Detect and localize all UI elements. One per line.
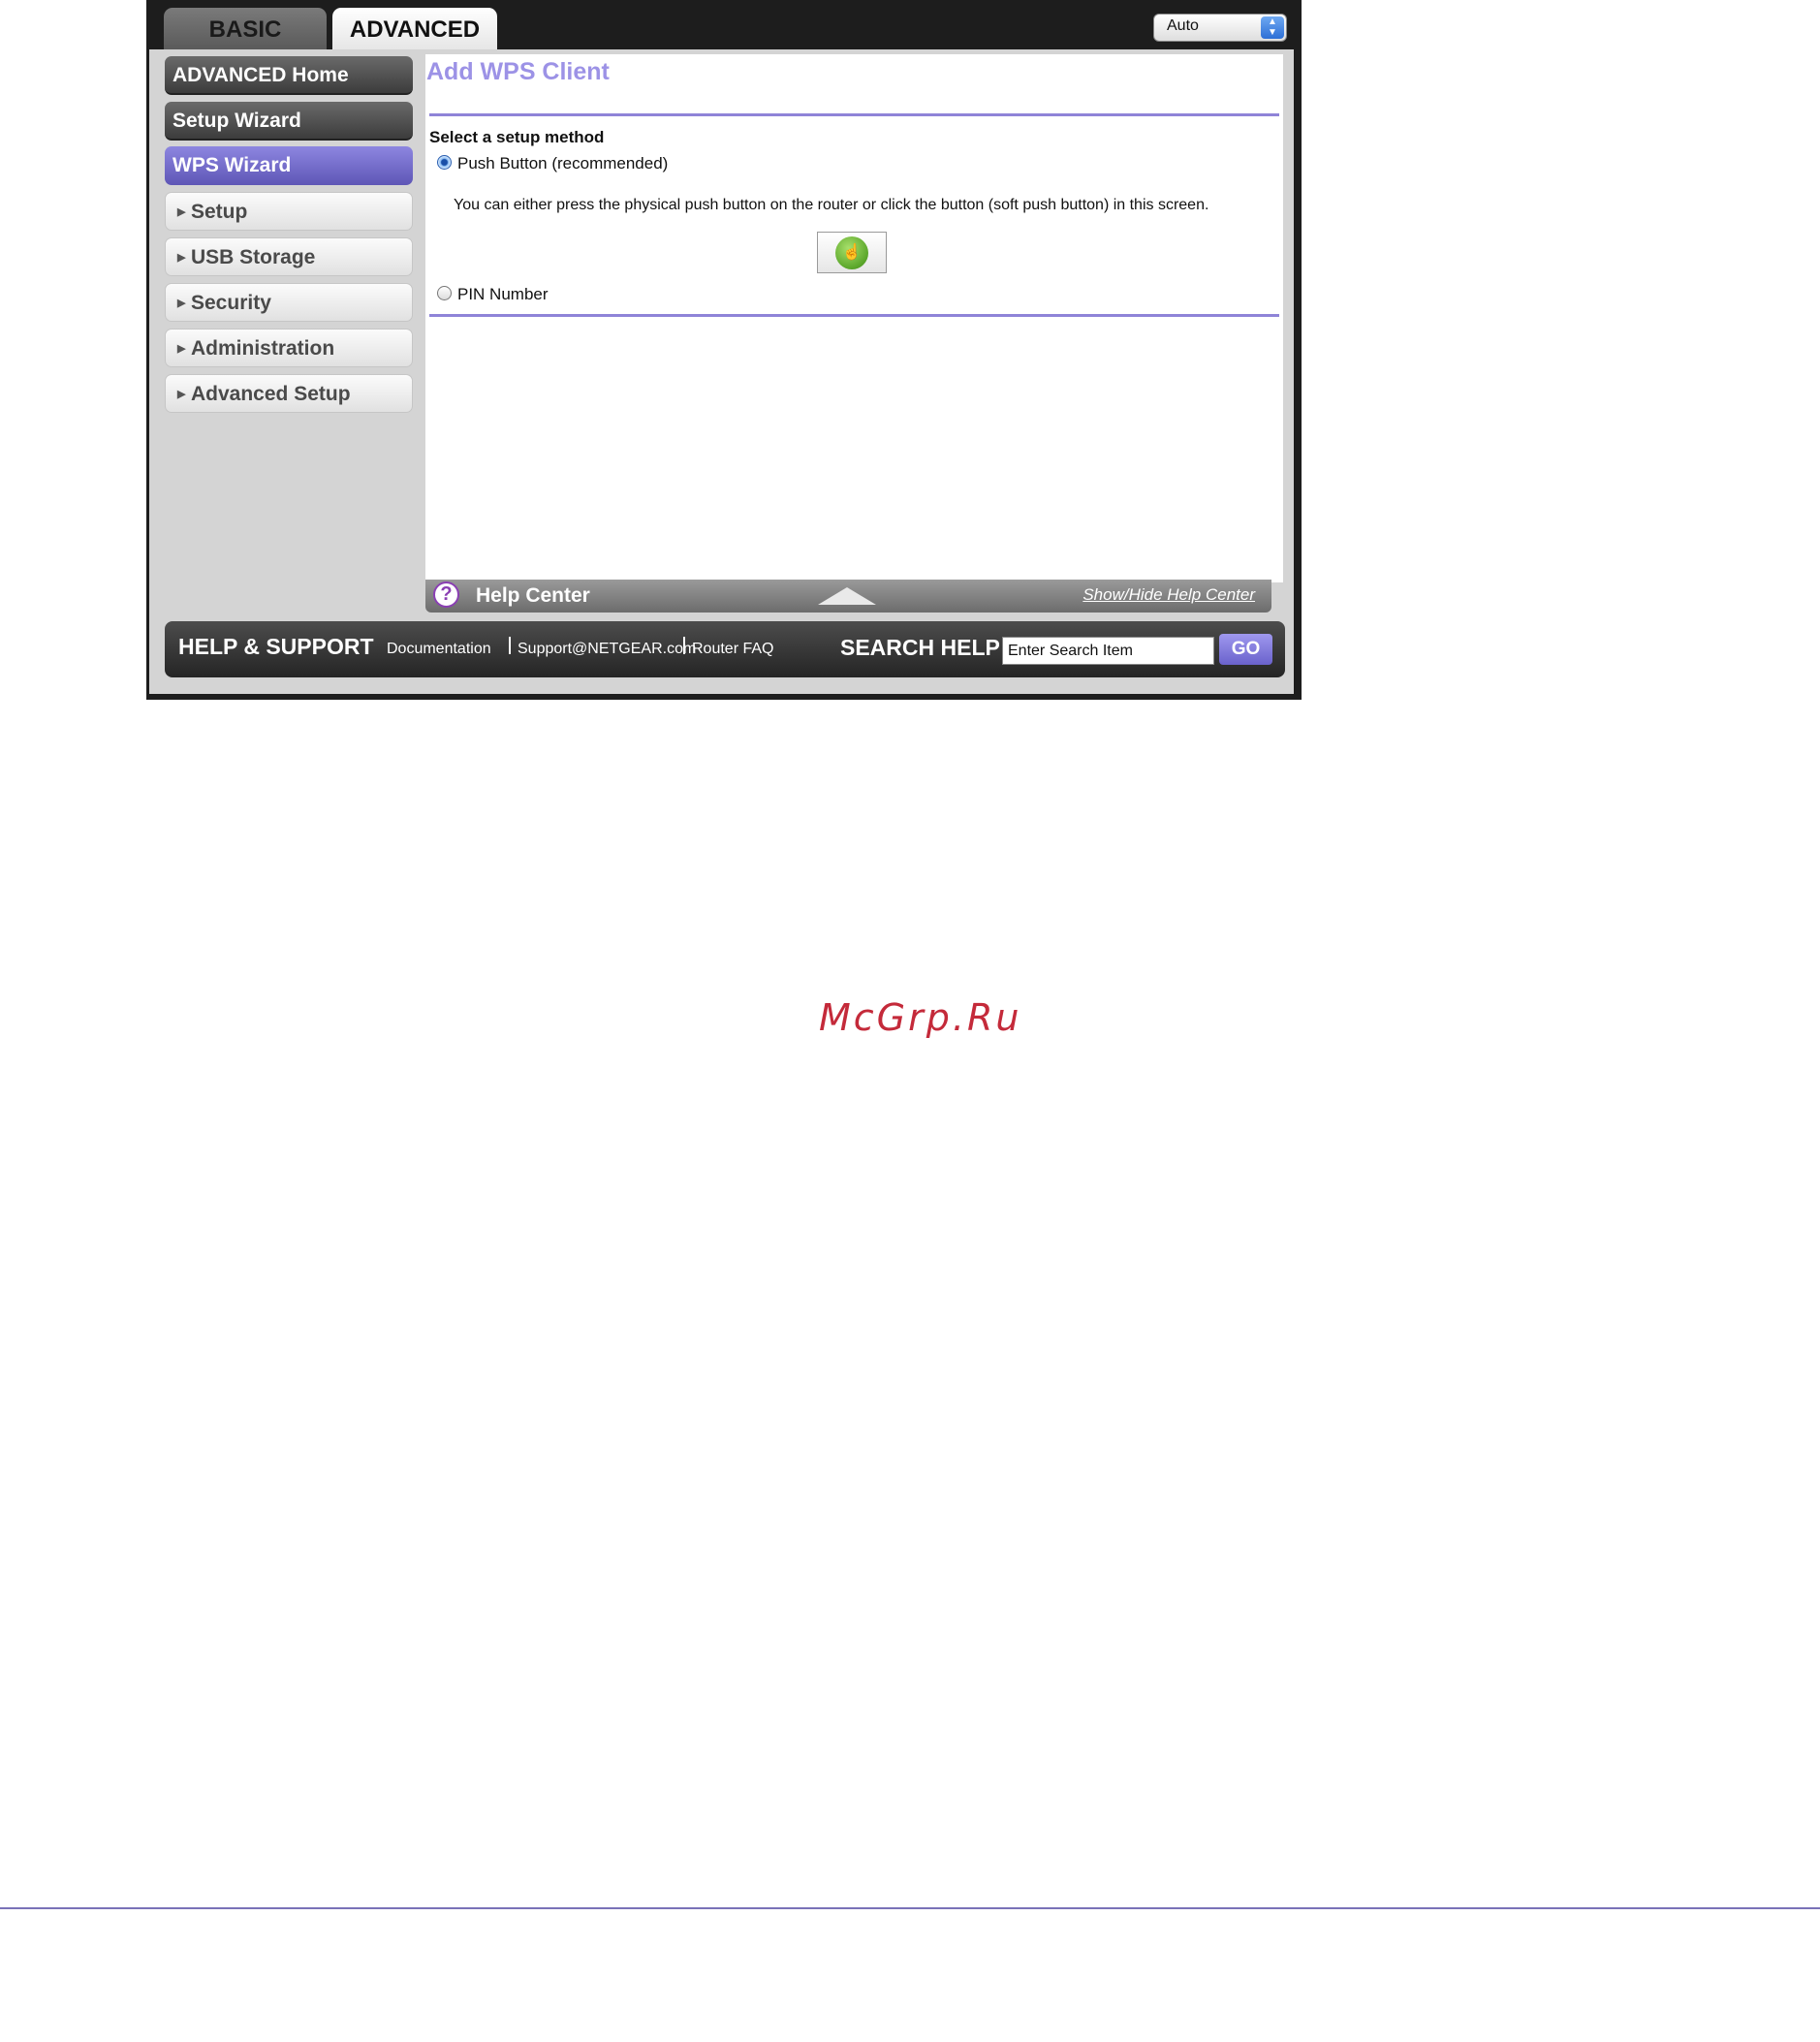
link-separator <box>509 637 511 654</box>
sidebar-item-label: Advanced Setup <box>191 383 351 405</box>
expand-up-icon[interactable] <box>818 587 876 605</box>
help-center-label: Help Center <box>476 584 590 607</box>
wps-push-button[interactable]: ☝ <box>817 232 887 273</box>
help-support-title: HELP & SUPPORT <box>178 634 374 659</box>
sidebar-item-setup[interactable]: ▶ Setup <box>165 192 413 231</box>
go-button[interactable]: GO <box>1219 634 1272 665</box>
push-button-description: You can either press the physical push b… <box>454 197 1209 213</box>
sidebar-item-setup-wizard[interactable]: Setup Wizard <box>165 102 413 141</box>
divider <box>429 314 1279 317</box>
wps-icon: ☝ <box>835 236 868 269</box>
tab-basic[interactable]: BASIC <box>164 8 327 49</box>
push-button-radio[interactable] <box>437 155 452 170</box>
sidebar-item-security[interactable]: ▶ Security <box>165 283 413 322</box>
sidebar-item-label: USB Storage <box>191 246 316 268</box>
question-mark-icon: ? <box>433 581 459 608</box>
expand-triangle-icon: ▶ <box>177 343 186 355</box>
language-select-value: Auto <box>1167 17 1199 34</box>
help-support-footer: HELP & SUPPORT Documentation Support@NET… <box>165 621 1285 677</box>
divider <box>429 113 1279 116</box>
sidebar-item-advanced-home[interactable]: ADVANCED Home <box>165 56 413 95</box>
expand-triangle-icon: ▶ <box>177 206 186 218</box>
pin-number-option-label: PIN Number <box>457 285 549 303</box>
admin-panel: ADVANCED Home Setup Wizard WPS Wizard ▶ … <box>149 49 1294 694</box>
tab-advanced[interactable]: ADVANCED <box>332 8 497 49</box>
sidebar-item-label: Administration <box>191 337 335 360</box>
sidebar-item-administration[interactable]: ▶ Administration <box>165 329 413 367</box>
sidebar-item-label: Security <box>191 292 271 314</box>
documentation-link[interactable]: Documentation <box>387 641 491 658</box>
expand-triangle-icon: ▶ <box>177 252 186 264</box>
support-email-link[interactable]: Support@NETGEAR.com <box>518 641 696 658</box>
link-separator <box>683 637 685 654</box>
search-help-input[interactable] <box>1002 637 1214 665</box>
language-select[interactable]: Auto ▲ ▼ <box>1153 14 1287 42</box>
show-hide-help-link[interactable]: Show/Hide Help Center <box>1083 585 1255 605</box>
pin-number-radio[interactable] <box>437 286 452 300</box>
router-admin-screenshot: BASIC ADVANCED Auto ▲ ▼ ADVANCED Home Set… <box>146 0 1302 700</box>
sidebar-item-label: Setup <box>191 201 248 223</box>
expand-triangle-icon: ▶ <box>177 298 186 309</box>
main-content: Add WPS Client Select a setup method Pus… <box>425 54 1283 582</box>
setup-method-label: Select a setup method <box>429 128 605 146</box>
page-bottom-rule <box>0 1907 1820 1909</box>
help-center-bar: ? Help Center Show/Hide Help Center <box>425 580 1271 613</box>
sidebar-item-usb-storage[interactable]: ▶ USB Storage <box>165 237 413 276</box>
search-help-title: SEARCH HELP <box>840 635 1000 660</box>
select-arrows-icon: ▲ ▼ <box>1261 16 1284 39</box>
watermark: McGrp.Ru <box>819 996 1022 1039</box>
expand-triangle-icon: ▶ <box>177 389 186 400</box>
sidebar-item-wps-wizard[interactable]: WPS Wizard <box>165 146 413 185</box>
push-button-option-label: Push Button (recommended) <box>457 154 669 173</box>
sidebar-item-advanced-setup[interactable]: ▶ Advanced Setup <box>165 374 413 413</box>
page-title: Add WPS Client <box>426 58 610 85</box>
router-faq-link[interactable]: Router FAQ <box>692 641 773 658</box>
